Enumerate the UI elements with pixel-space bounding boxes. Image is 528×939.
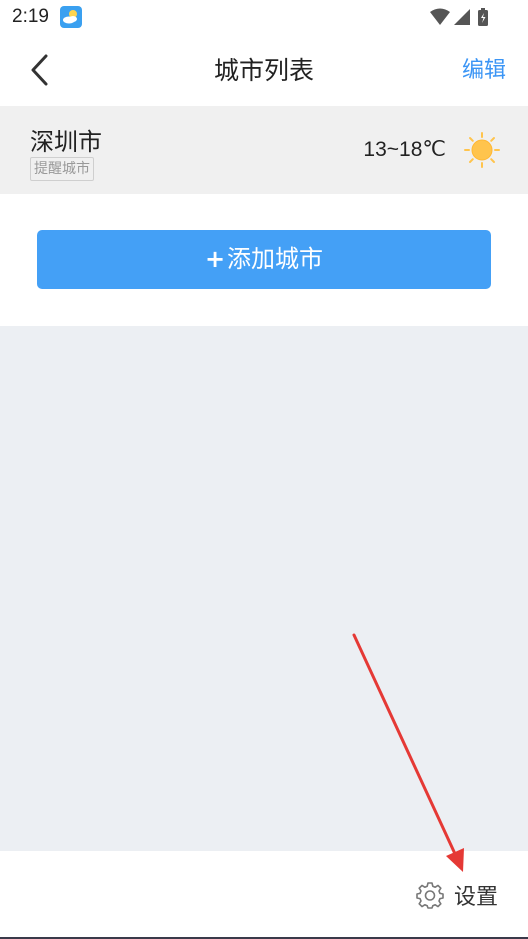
plus-icon: +	[204, 245, 226, 273]
nav-bar: 城市列表 编辑	[0, 36, 528, 106]
page-title: 城市列表	[213, 56, 314, 85]
wifi-icon	[430, 8, 450, 25]
add-city-label: 添加城市	[227, 245, 324, 273]
status-time: 2:19	[12, 6, 49, 27]
signal-icon	[454, 9, 470, 25]
bottom-bar: 设置	[0, 851, 528, 937]
city-temperature: 13~18℃	[363, 138, 446, 161]
status-bar: 2:19	[0, 0, 528, 36]
weather-app-icon	[60, 6, 82, 28]
sun-icon	[464, 132, 500, 168]
edit-button[interactable]: 编辑	[462, 36, 506, 106]
gear-icon	[416, 882, 444, 909]
add-city-button[interactable]: +添加城市	[37, 230, 491, 289]
city-name: 深圳市	[30, 128, 102, 156]
settings-button[interactable]: 设置	[416, 879, 498, 911]
settings-label: 设置	[453, 885, 498, 910]
status-indicators	[430, 8, 488, 26]
city-list-item[interactable]: 深圳市 提醒城市 13~18℃	[0, 106, 528, 194]
empty-area	[0, 326, 528, 851]
add-city-section: +添加城市	[0, 194, 528, 326]
reminder-city-badge: 提醒城市	[30, 157, 94, 181]
